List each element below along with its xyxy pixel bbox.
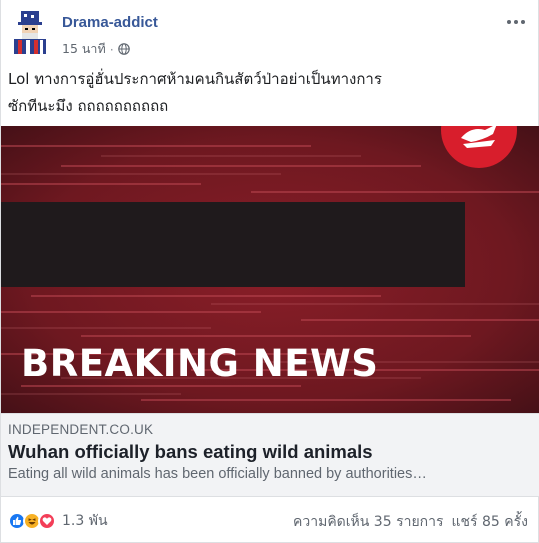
- more-dots-icon[interactable]: [506, 12, 526, 32]
- reaction-summary[interactable]: 1.3 พัน: [8, 510, 108, 532]
- meta-separator: ·: [109, 41, 114, 57]
- post-meta: 15 นาที ·: [62, 39, 130, 59]
- author-name[interactable]: Drama-addict: [62, 14, 158, 31]
- link-preview-image[interactable]: BREAKING NEWS: [1, 126, 539, 413]
- breaking-news-headline: BREAKING NEWS: [21, 342, 379, 385]
- comments-count-link[interactable]: ความคิดเห็น 35 รายการ: [293, 511, 444, 533]
- link-description: Eating all wild animals has been officia…: [8, 466, 427, 482]
- post-footer: 1.3 พัน ความคิดเห็น 35 รายการ แชร์ 85 คร…: [1, 498, 539, 543]
- link-title[interactable]: Wuhan officially bans eating wild animal…: [8, 441, 373, 463]
- post-header: Drama-addict 15 นาที ·: [1, 0, 539, 64]
- post-text: Lol ทางการอู่ฮั่นประกาศห้ามคนกินสัตว์ป่า…: [8, 66, 528, 120]
- facebook-post: Drama-addict 15 นาที · Lol ทางการอู่ฮั่น…: [0, 0, 539, 543]
- globe-icon[interactable]: [117, 43, 130, 55]
- shares-count-link[interactable]: แชร์ 85 ครั้ง: [452, 511, 528, 533]
- post-text-line: ซักทีนะมึง ถถถถถถถถถถ: [8, 97, 169, 115]
- reaction-count: 1.3 พัน: [62, 513, 108, 529]
- post-timestamp[interactable]: 15 นาที: [62, 39, 106, 59]
- engagement-stats: ความคิดเห็น 35 รายการ แชร์ 85 ครั้ง: [293, 511, 528, 533]
- love-icon: [38, 512, 56, 530]
- avatar[interactable]: [10, 10, 50, 54]
- link-preview-caption[interactable]: INDEPENDENT.CO.UK Wuhan officially bans …: [1, 413, 539, 497]
- link-domain: INDEPENDENT.CO.UK: [8, 422, 154, 437]
- post-text-line: Lol ทางการอู่ฮั่นประกาศห้ามคนกินสัตว์ป่า…: [8, 70, 382, 88]
